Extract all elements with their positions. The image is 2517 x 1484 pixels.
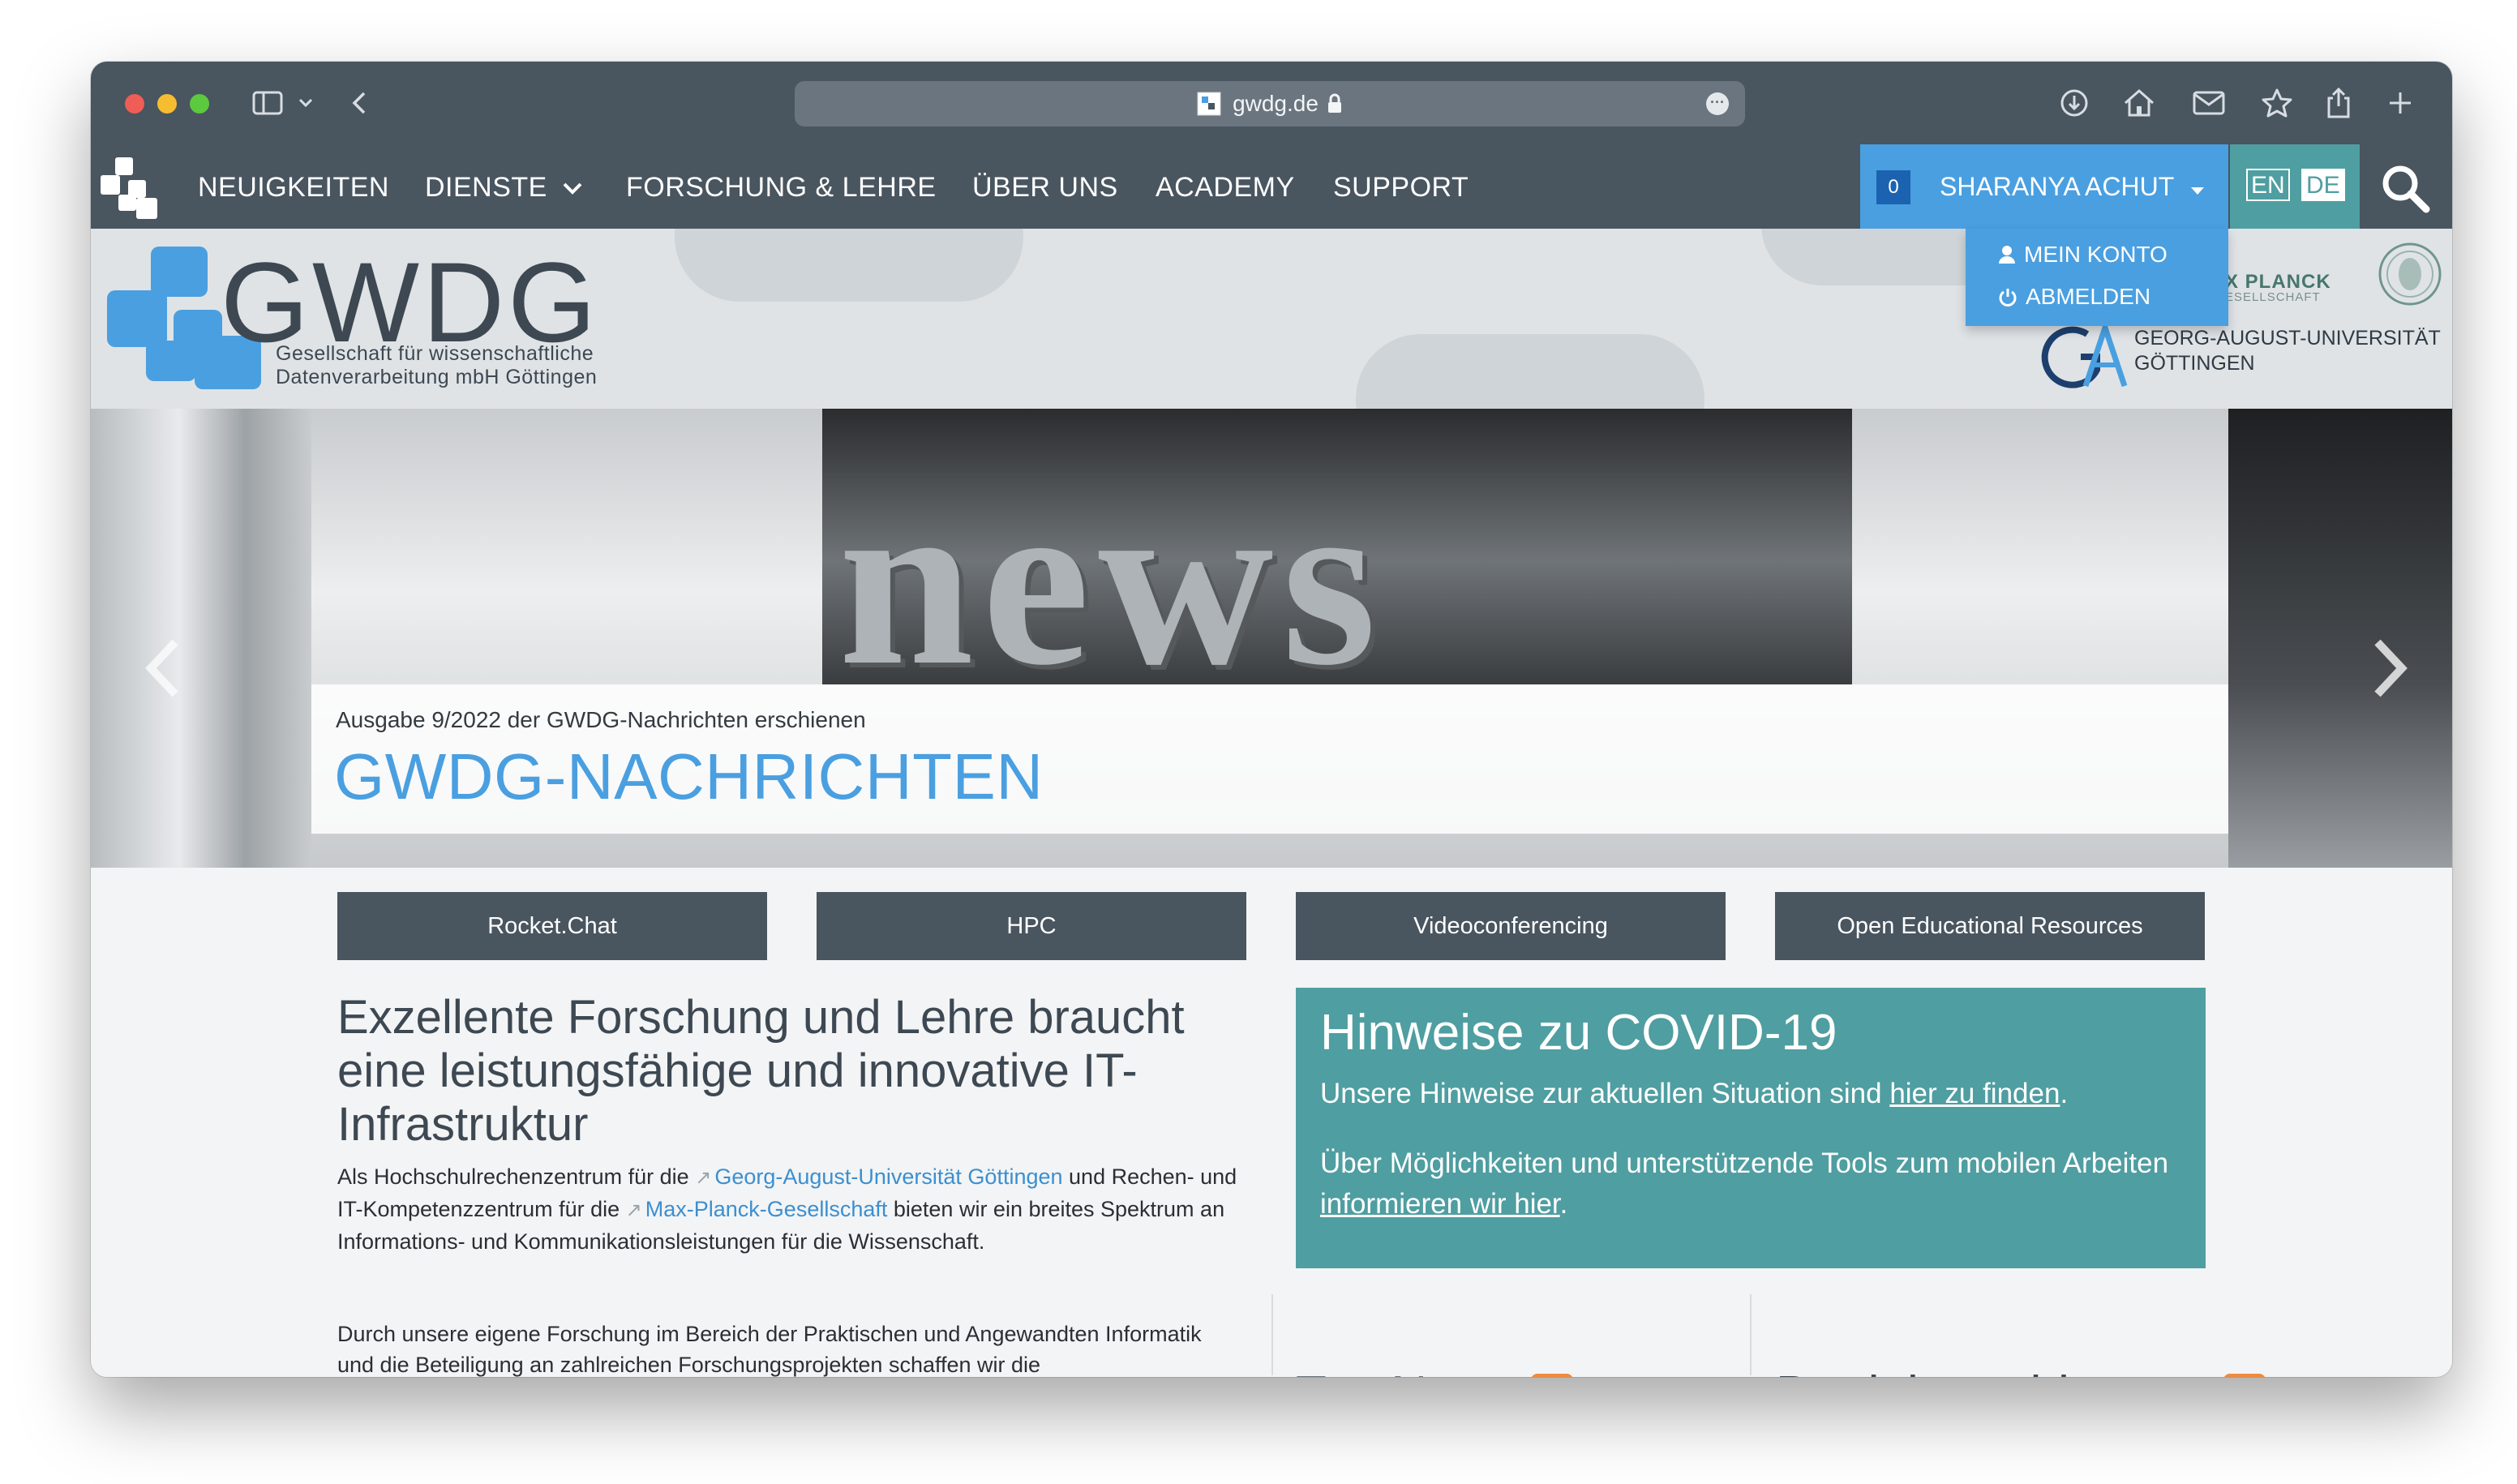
current-slide[interactable]: news Ausgabe 9/2022 der GWDG-Nachrichten… xyxy=(311,409,2228,868)
user-menu-toggle[interactable]: 0 SHARANYA ACHUT xyxy=(1860,144,2228,229)
slide-caption-subtitle: Ausgabe 9/2022 der GWDG-Nachrichten ersc… xyxy=(336,707,866,732)
minimize-window-button[interactable] xyxy=(157,94,177,114)
external-link-icon: ↗ xyxy=(625,1199,642,1221)
external-link-icon: ↗ xyxy=(695,1167,712,1189)
slide-image-word: news xyxy=(838,446,1385,715)
close-window-button[interactable] xyxy=(125,94,144,114)
chevron-down-icon[interactable] xyxy=(294,83,318,123)
gwdg-logo-small[interactable] xyxy=(101,157,170,222)
slider-prev-icon[interactable] xyxy=(143,636,183,701)
cart-count-badge[interactable]: 0 xyxy=(1876,170,1910,204)
column-divider xyxy=(1750,1294,1752,1375)
language-switcher: EN DE xyxy=(2230,144,2360,229)
quicklink-open-educational-resources[interactable]: Open Educational Resources xyxy=(1775,892,2205,960)
gwdg-logo-subtitle: Gesellschaft für wissenschaftliche Daten… xyxy=(276,342,597,389)
slide-caption-title[interactable]: GWDG-NACHRICHTEN xyxy=(334,740,1044,814)
browser-toolbar: gwdg.de ··· xyxy=(91,62,2452,144)
power-icon xyxy=(1999,289,2017,307)
rss-icon[interactable] xyxy=(2223,1373,2266,1378)
site-navigation: NEUIGKEITEN DIENSTE FORSCHUNG & LEHRE ÜB… xyxy=(91,144,2452,229)
goe-line-1: GEORG-AUGUST-UNIVERSITÄT xyxy=(2134,327,2441,350)
nav-academy[interactable]: ACADEMY xyxy=(1156,172,1295,204)
lang-de-button[interactable]: DE xyxy=(2301,169,2345,201)
link-max-planck[interactable]: Max-Planck-Gesellschaft xyxy=(645,1197,888,1221)
top-news-title[interactable]: Top News xyxy=(1296,1366,1516,1377)
download-icon[interactable] xyxy=(2056,83,2092,123)
covid-text-end: . xyxy=(1559,1188,1568,1220)
nav-dienste[interactable]: DIENSTE xyxy=(425,172,583,204)
star-icon[interactable] xyxy=(2259,83,2295,123)
mail-icon[interactable] xyxy=(2191,83,2227,123)
covid-title: Hinweise zu COVID-19 xyxy=(1320,1005,1837,1061)
address-bar[interactable]: gwdg.de ··· xyxy=(795,81,1745,127)
header-decoration xyxy=(1356,334,1704,409)
intro-text: Als Hochschulrechenzentrum für die xyxy=(337,1164,696,1189)
mpg-seal-icon[interactable] xyxy=(2378,242,2442,307)
menu-item-label: ABMELDEN xyxy=(2026,284,2151,309)
slider-next-icon[interactable] xyxy=(2369,636,2410,701)
quicklink-rocket-chat[interactable]: Rocket.Chat xyxy=(337,892,767,960)
logo-subtitle-line-1: Gesellschaft für wissenschaftliche xyxy=(276,342,594,365)
column-divider xyxy=(1271,1294,1273,1375)
nav-forschung-lehre[interactable]: FORSCHUNG & LEHRE xyxy=(626,172,937,204)
intro-paragraph-1: Als Hochschulrechenzentrum für die ↗ Geor… xyxy=(337,1161,1237,1257)
nav-ueber-uns[interactable]: ÜBER UNS xyxy=(972,172,1118,204)
user-name: SHARANYA ACHUT xyxy=(1940,172,2206,202)
quicklink-hpc[interactable]: HPC xyxy=(817,892,1246,960)
search-icon[interactable] xyxy=(2378,161,2434,217)
menu-item-abmelden[interactable]: ABMELDEN xyxy=(1998,284,2150,310)
covid-link-informieren[interactable]: informieren wir hier xyxy=(1320,1188,1560,1220)
link-uni-goettingen[interactable]: Georg-August-Universität Göttingen xyxy=(714,1164,1062,1189)
back-icon[interactable] xyxy=(347,83,371,123)
home-icon[interactable] xyxy=(2121,83,2157,123)
covid-link-hier-zu-finden[interactable]: hier zu finden xyxy=(1889,1078,2060,1109)
covid-text: Unsere Hinweise zur aktuellen Situation … xyxy=(1320,1078,1890,1109)
nav-support[interactable]: SUPPORT xyxy=(1333,172,1469,204)
nav-dienste-label: DIENSTE xyxy=(425,172,547,203)
user-icon xyxy=(1999,246,2015,264)
intro-paragraph-2: Durch unsere eigene Forschung im Bereich… xyxy=(337,1322,1202,1377)
main-content: Rocket.Chat HPC Videoconferencing Open E… xyxy=(91,868,2452,1377)
logo-subtitle-line-2: Datenverarbeitung mbH Göttingen xyxy=(276,366,598,388)
intro-heading: Exzellente Forschung und Lehre braucht e… xyxy=(337,991,1185,1151)
goe-line-2: GÖTTINGEN xyxy=(2134,352,2255,375)
covid-notice-box: Hinweise zu COVID-19 Unsere Hinweise zur… xyxy=(1296,988,2206,1268)
browser-window: gwdg.de ··· NEUIGKEITEN DIENSTE FORSCHUN… xyxy=(91,62,2452,1377)
mpg-logo-subtitle: ESELLSCHAFT xyxy=(2225,290,2321,304)
covid-text: Über Möglichkeiten und unterstützende To… xyxy=(1320,1147,2169,1179)
next-slide-image xyxy=(2228,409,2452,868)
goettingen-university-logo-icon[interactable] xyxy=(2040,323,2129,389)
rss-icon[interactable] xyxy=(1531,1373,1574,1378)
quicklink-videoconferencing[interactable]: Videoconferencing xyxy=(1296,892,1726,960)
news-slider: news Ausgabe 9/2022 der GWDG-Nachrichten… xyxy=(91,409,2452,868)
lock-icon xyxy=(1327,93,1341,113)
nav-neuigkeiten[interactable]: NEUIGKEITEN xyxy=(198,172,389,204)
menu-item-label: MEIN KONTO xyxy=(2024,242,2168,267)
covid-paragraph-1: Unsere Hinweise zur aktuellen Situation … xyxy=(1320,1074,2180,1114)
covid-paragraph-2: Über Möglichkeiten und unterstützende To… xyxy=(1320,1143,2180,1225)
more-icon[interactable]: ··· xyxy=(1706,92,1729,115)
betriebsmeldungen-heading: Betriebsmeldungen xyxy=(1776,1366,2266,1377)
sidebar-icon[interactable] xyxy=(250,83,285,123)
header-decoration xyxy=(675,229,1023,302)
lang-en-button[interactable]: EN xyxy=(2246,169,2290,201)
covid-text-end: . xyxy=(2060,1078,2069,1109)
top-news-heading: Top News xyxy=(1296,1366,1574,1378)
slide-caption: Ausgabe 9/2022 der GWDG-Nachrichten ersc… xyxy=(311,684,2228,834)
menu-item-mein-konto[interactable]: MEIN KONTO xyxy=(1998,242,2168,268)
user-name-label: SHARANYA ACHUT xyxy=(1940,172,2174,201)
zoom-window-button[interactable] xyxy=(190,94,209,114)
betriebsmeldungen-title[interactable]: Betriebsmeldungen xyxy=(1776,1366,2209,1377)
plus-icon[interactable] xyxy=(2384,83,2416,123)
caret-down-icon xyxy=(2190,187,2204,195)
share-icon[interactable] xyxy=(2322,83,2355,123)
user-dropdown-menu: MEIN KONTO ABMELDEN xyxy=(1966,229,2228,326)
chevron-down-icon xyxy=(563,182,582,195)
goettingen-university-name[interactable]: GEORG-AUGUST-UNIVERSITÄT GÖTTINGEN xyxy=(2134,326,2441,376)
url-text: gwdg.de xyxy=(1233,91,1319,116)
previous-slide-image xyxy=(91,409,311,868)
site-favicon xyxy=(1197,92,1221,116)
